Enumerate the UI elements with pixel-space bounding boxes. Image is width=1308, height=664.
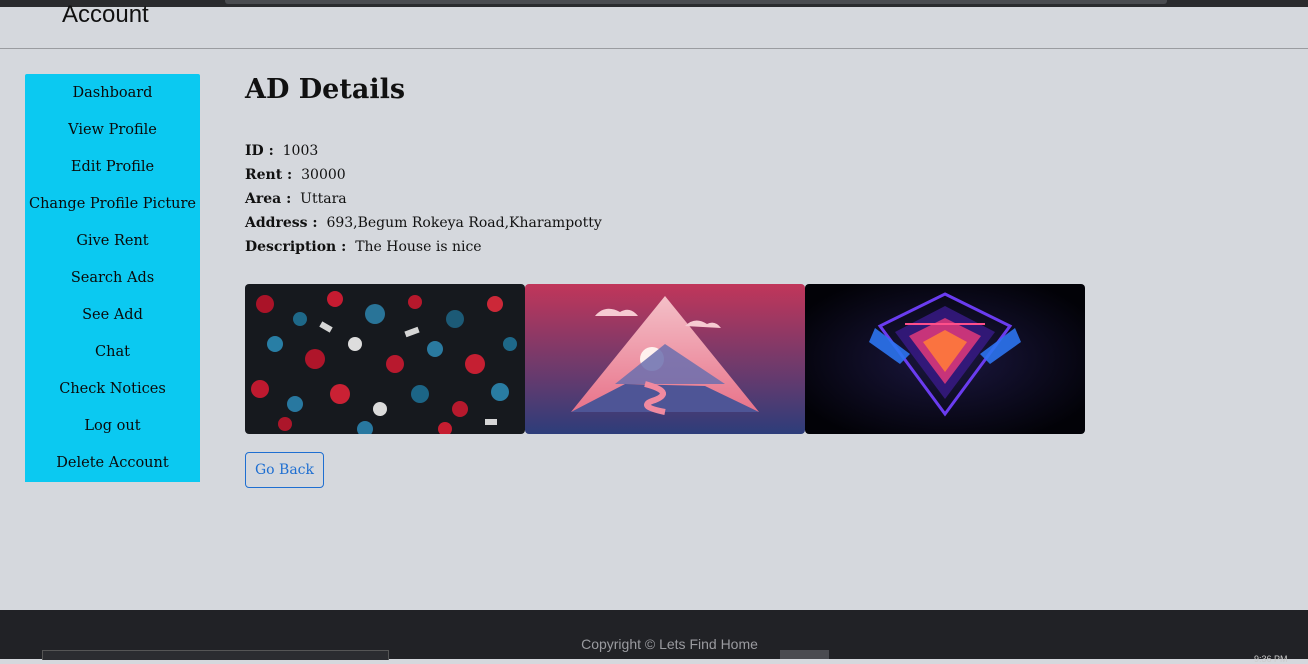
sidebar-item-give-rent[interactable]: Give Rent — [25, 233, 200, 249]
taskbar-clock: 9:36 PM — [1254, 654, 1288, 664]
detail-value: 1003 — [282, 143, 319, 159]
go-back-button[interactable]: Go Back — [245, 452, 324, 488]
page-title: AD Details — [245, 74, 406, 105]
detail-label: Area : — [245, 191, 292, 207]
sidebar-item-change-profile-picture[interactable]: Change Profile Picture — [25, 196, 200, 212]
sidebar-item-view-profile[interactable]: View Profile — [25, 122, 200, 138]
taskbar-app-button[interactable] — [780, 650, 829, 659]
header-divider — [0, 48, 1308, 49]
sidebar-item-dashboard[interactable]: Dashboard — [25, 85, 200, 101]
sidebar-item-edit-profile[interactable]: Edit Profile — [25, 159, 200, 175]
sidebar-item-chat[interactable]: Chat — [25, 344, 200, 360]
sidebar-item-search-ads[interactable]: Search Ads — [25, 270, 200, 286]
browser-top-strip — [0, 0, 1308, 7]
ad-image-2[interactable] — [525, 284, 805, 434]
sidebar-item-check-notices[interactable]: Check Notices — [25, 381, 200, 397]
detail-label: Rent : — [245, 167, 293, 183]
detail-value: 693,Begum Rokeya Road,Kharampotty — [326, 215, 602, 231]
sidebar-item-delete-account[interactable]: Delete Account — [25, 455, 200, 471]
detail-value: The House is nice — [355, 239, 482, 255]
browser-tab-bar — [225, 0, 1167, 4]
sidebar: Dashboard View Profile Edit Profile Chan… — [25, 74, 200, 482]
footer: Copyright © Lets Find Home 9:36 PM — [0, 610, 1308, 664]
ad-image-1[interactable] — [245, 284, 525, 434]
detail-label: Address : — [245, 215, 318, 231]
detail-label: ID : — [245, 143, 274, 159]
sidebar-item-log-out[interactable]: Log out — [25, 418, 200, 434]
detail-id: ID : 1003 — [245, 143, 318, 159]
detail-value: 30000 — [301, 167, 346, 183]
detail-area: Area : Uttara — [245, 191, 347, 207]
detail-value: Uttara — [300, 191, 347, 207]
detail-address: Address : 693,Begum Rokeya Road,Kharampo… — [245, 215, 602, 231]
detail-label: Description : — [245, 239, 347, 255]
sidebar-item-see-add[interactable]: See Add — [25, 307, 200, 323]
detail-description: Description : The House is nice — [245, 239, 482, 255]
detail-rent: Rent : 30000 — [245, 167, 346, 183]
page-header-title: Account — [62, 1, 149, 28]
ad-image-3[interactable] — [805, 284, 1085, 434]
